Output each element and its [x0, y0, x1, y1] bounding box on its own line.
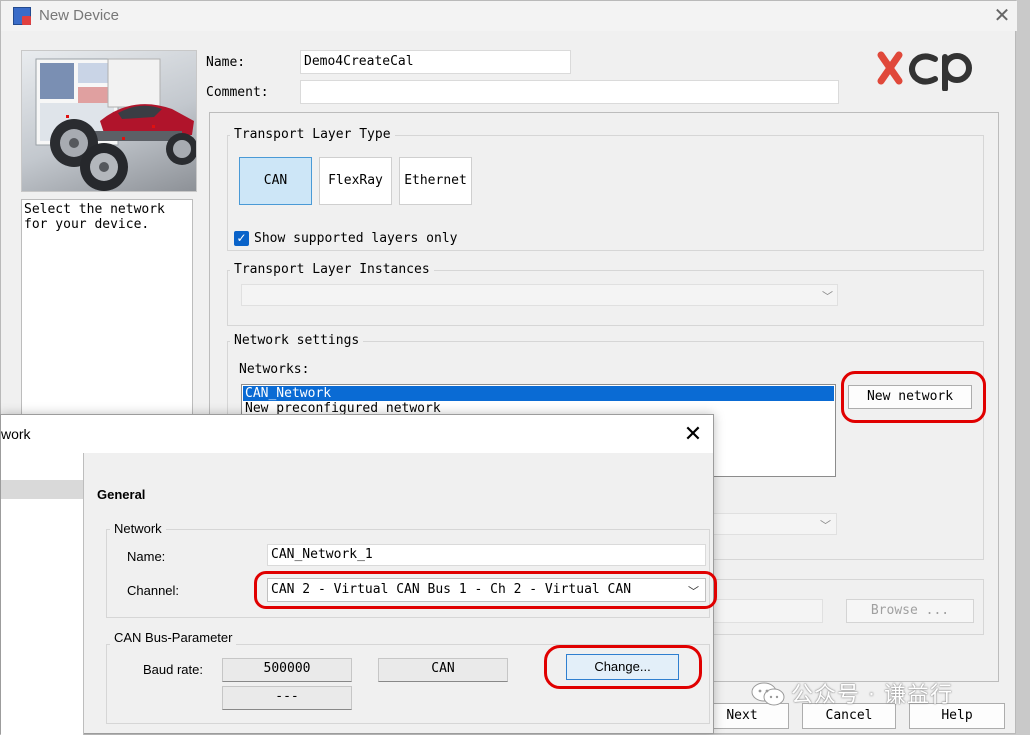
- ethernet-button[interactable]: Ethernet: [399, 157, 472, 205]
- close-icon[interactable]: ✕: [991, 4, 1013, 26]
- watermark-text: 公众号 · 谦益行: [791, 683, 953, 708]
- secondary-param-value: ---: [222, 686, 352, 710]
- info-text: Select the network for your device.: [21, 199, 193, 419]
- transport-layer-instances-title: Transport Layer Instances: [230, 262, 434, 277]
- transport-instance-select[interactable]: ﹀: [241, 284, 838, 306]
- chevron-down-icon: ﹀: [822, 290, 833, 303]
- baud-rate-label: Baud rate:: [143, 662, 203, 677]
- supported-layers-label: Show supported layers only: [254, 231, 458, 246]
- bus-type-value: CAN: [378, 658, 508, 682]
- comment-field[interactable]: [300, 80, 839, 104]
- dialog-title: work: [1, 426, 31, 442]
- app-icon: [13, 7, 31, 25]
- transport-layer-type-title: Transport Layer Type: [230, 127, 395, 142]
- highlight-ring: [841, 371, 986, 423]
- can-button[interactable]: CAN: [239, 157, 312, 205]
- file-path-field: [713, 599, 823, 623]
- dialog-network-title: Network: [110, 521, 166, 536]
- device-illustration: [21, 50, 197, 192]
- chevron-down-icon: ﹀: [820, 519, 831, 532]
- list-item[interactable]: CAN_Network: [243, 386, 834, 401]
- dialog-nav-panel: [1, 453, 84, 735]
- new-network-dialog: work ✕ General Network Name: CAN_Network…: [0, 414, 717, 735]
- network-settings-title: Network settings: [230, 333, 364, 348]
- wechat-icon: [751, 682, 785, 706]
- bus-parameter-title: CAN Bus-Parameter: [110, 630, 237, 645]
- close-icon[interactable]: ✕: [681, 423, 705, 447]
- nav-item-selected[interactable]: [1, 480, 83, 499]
- highlight-ring: [254, 571, 717, 609]
- name-field[interactable]: Demo4CreateCal: [300, 50, 571, 74]
- name-label: Name:: [206, 55, 246, 70]
- network-option-select[interactable]: ﹀: [711, 513, 837, 535]
- networks-label: Networks:: [239, 362, 310, 377]
- channel-label: Channel:: [127, 583, 180, 598]
- dialog-title-bar: work ✕: [1, 415, 713, 453]
- checkmark-icon: ✓: [236, 231, 247, 245]
- car-chassis-icon: [35, 58, 196, 191]
- supported-layers-checkbox[interactable]: ✓: [234, 231, 249, 246]
- dialog-name-label: Name:: [127, 549, 166, 564]
- highlight-ring: [544, 645, 702, 689]
- xcp-logo: [877, 51, 972, 91]
- network-name-field[interactable]: CAN_Network_1: [267, 544, 706, 566]
- flexray-button[interactable]: FlexRay: [319, 157, 392, 205]
- comment-label: Comment:: [206, 85, 269, 100]
- window-title: New Device: [39, 7, 120, 24]
- browse-button[interactable]: Browse ...: [846, 599, 974, 623]
- section-title: General: [97, 487, 146, 502]
- title-bar: New Device ✕: [1, 1, 1017, 31]
- baud-rate-value: 500000: [222, 658, 352, 682]
